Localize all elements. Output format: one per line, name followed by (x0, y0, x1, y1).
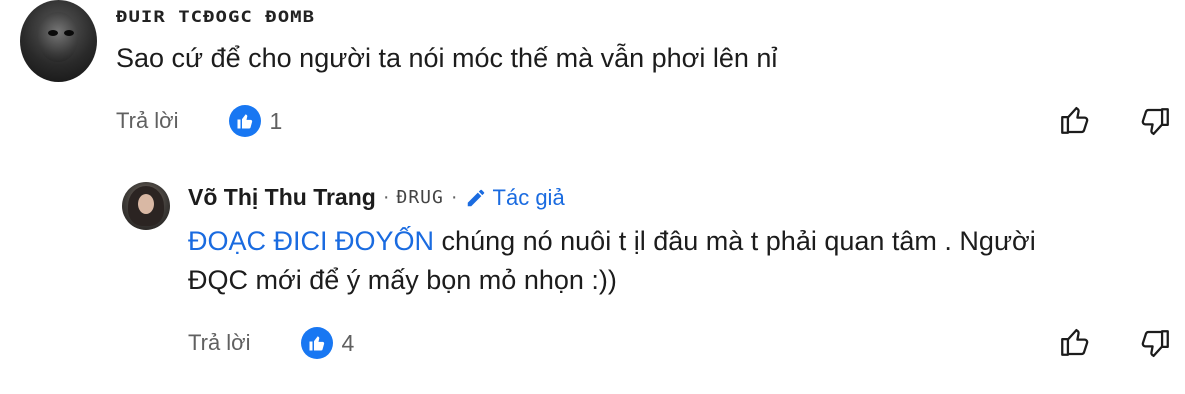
separator-dot: · (450, 186, 458, 208)
reply-time: ĐRUG (396, 187, 444, 208)
reply-button[interactable]: Trả lời (188, 330, 251, 356)
mention-link[interactable]: ĐOẠC ĐICI ĐOYỐN (188, 226, 434, 256)
pencil-icon (467, 189, 484, 206)
comment-text: Sao cứ để cho người ta nói móc thế mà vẫ… (116, 43, 778, 73)
thumbs-up-icon (300, 327, 333, 359)
reply-text-line-1: ĐOẠC ĐICI ĐOYỐN chúng nó nuôi t ịl đâu m… (188, 226, 1036, 257)
comment-actions: Trả lời 1 (116, 105, 282, 137)
reply-text: mới để ý mấy bọn mỏ nhọn :)) (255, 265, 617, 295)
thumbs-up-outline-icon[interactable] (1058, 103, 1092, 137)
thumbs-down-outline-icon[interactable] (1138, 327, 1172, 361)
like-count: 1 (269, 107, 283, 134)
avatar-face (38, 12, 78, 62)
mention-link[interactable]: ĐQC (188, 265, 248, 295)
reply-header: Võ Thị Thu Trang · ĐRUG · Tác giả (188, 184, 565, 211)
reply-author[interactable]: Võ Thị Thu Trang (188, 184, 376, 211)
avatar[interactable] (20, 0, 97, 82)
avatar-eye (48, 30, 58, 36)
reply-actions: Trả lời 4 (188, 327, 354, 359)
reply-text: chúng nó nuôi t (441, 226, 627, 256)
reply-text: đâu mà t phải quan tâm . Người (653, 226, 1036, 256)
separator-dot: · (382, 186, 390, 208)
thumbs-down-outline-icon[interactable] (1138, 105, 1172, 139)
thumbs-up-outline-icon[interactable] (1058, 325, 1092, 359)
thumbs-up-icon (228, 105, 261, 137)
reply-text-line-2: ĐQC mới để ý mấy bọn mỏ nhọn :)) (188, 265, 617, 296)
like-count: 4 (341, 329, 355, 356)
reply-button[interactable]: Trả lời (116, 108, 179, 134)
author-badge: Tác giả (465, 185, 565, 211)
reply-text: ịl (633, 226, 646, 256)
comment-author[interactable]: ĐUIR TCĐOGC ĐOMB (116, 8, 315, 27)
avatar-eye (64, 30, 74, 36)
avatar[interactable] (122, 182, 170, 230)
avatar-face (138, 194, 154, 214)
author-badge-label: Tác giả (492, 184, 565, 210)
